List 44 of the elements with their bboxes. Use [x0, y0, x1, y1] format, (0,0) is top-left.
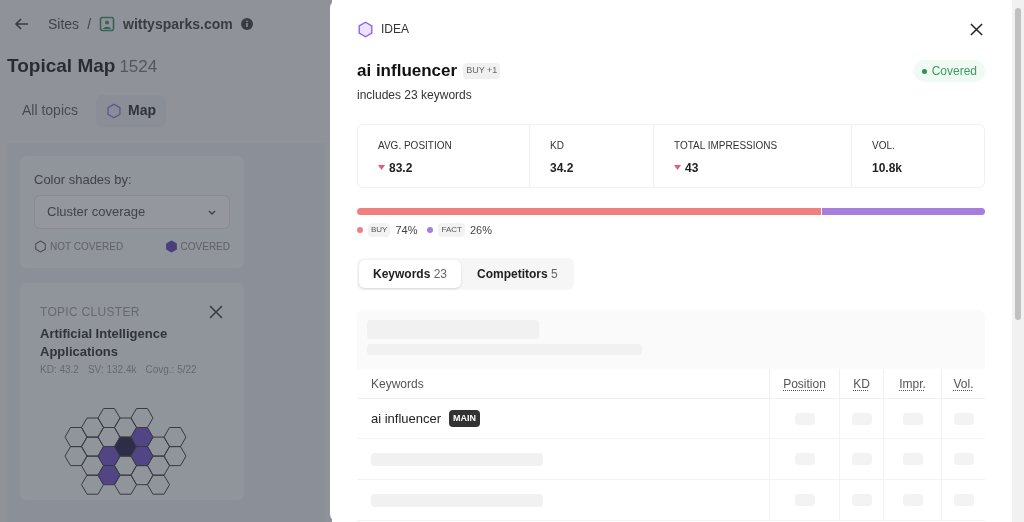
type-label: IDEA	[381, 21, 409, 38]
intent-tag: BUY +1	[463, 63, 501, 79]
metric-label: TOTAL IMPRESSIONS	[674, 138, 779, 153]
metric-label: VOL.	[872, 138, 896, 153]
metric-label: KD	[550, 138, 565, 153]
info-icon[interactable]	[240, 18, 253, 30]
close-button[interactable]	[967, 20, 985, 38]
hexagon-outline-icon	[34, 240, 47, 253]
detail-tab[interactable]: Keywords 23	[359, 260, 462, 288]
view-tab[interactable]: Map	[96, 94, 167, 127]
intent-tag: FACT	[438, 222, 465, 237]
topic-count: 1524	[119, 56, 158, 78]
column-header[interactable]: KD	[853, 374, 870, 393]
column-header[interactable]: Vol.	[953, 374, 974, 393]
keyword-count: includes 23 keywords	[357, 86, 473, 104]
hexagon-filled-icon	[164, 240, 178, 253]
keyword-text: ai influencer	[371, 409, 442, 428]
scrollbar[interactable]	[1012, 0, 1024, 522]
main-badge: MAIN	[449, 409, 481, 428]
status-badge: Covered	[913, 60, 985, 82]
column-header: Keywords	[371, 375, 424, 393]
site-name-link[interactable]: wittysparks.com	[123, 13, 233, 35]
field-label: Color shades by:	[34, 170, 133, 189]
column-header[interactable]: Position	[783, 374, 826, 393]
metric-value: 83.2	[389, 159, 413, 177]
back-icon[interactable]	[14, 16, 30, 32]
intent-share: 74%	[395, 222, 418, 238]
idea-title: ai influencer	[357, 60, 458, 82]
site-icon	[99, 16, 115, 32]
cluster-title: Artificial Intelligence Applications	[40, 325, 169, 361]
breadcrumb-separator: /	[87, 14, 91, 34]
column-header[interactable]: Impr.	[899, 374, 926, 393]
coverage-select[interactable]: Cluster coverage	[34, 195, 230, 229]
detail-tab[interactable]: Competitors 5	[463, 260, 572, 288]
metric-value: 43	[685, 159, 699, 177]
page-title: Topical Map	[7, 54, 116, 78]
metric-value: 34.2	[550, 159, 574, 177]
caret-icon	[207, 207, 217, 217]
hexagon-icon	[106, 102, 123, 119]
intent-tag: BUY	[368, 222, 391, 237]
intent-share: 26%	[469, 222, 492, 238]
hexagon-icon	[357, 20, 374, 38]
metric-label: AVG. POSITION	[378, 138, 453, 153]
metric-value: 10.8k	[872, 159, 903, 177]
